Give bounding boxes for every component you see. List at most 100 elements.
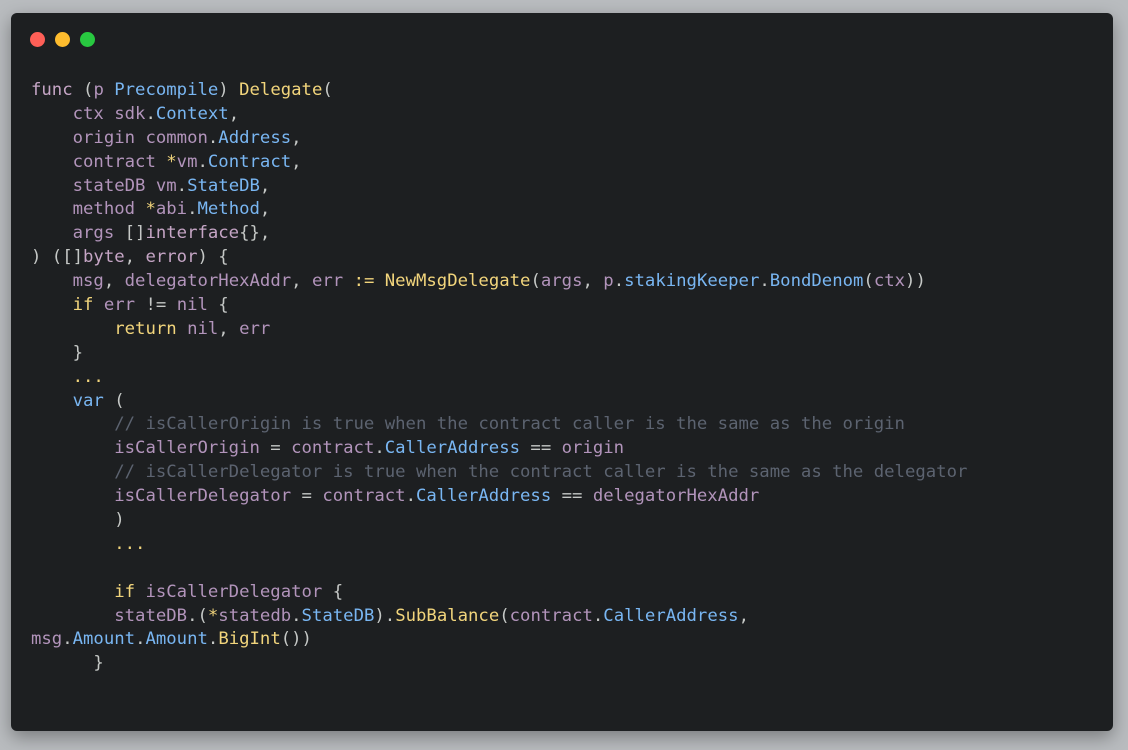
code-line: // isCallerDelegator is true when the co… xyxy=(31,461,967,485)
code-token: ( xyxy=(83,80,94,100)
code-token: .( xyxy=(187,605,208,626)
code-line: ... xyxy=(31,533,967,557)
code-token: StateDB xyxy=(301,605,375,626)
minimize-dot[interactable] xyxy=(55,32,70,47)
code-block: func (p Precompile) Delegate( ctx sdk.Co… xyxy=(31,79,967,676)
code-token: sdk xyxy=(114,103,146,124)
code-line: stateDB vm.StateDB, xyxy=(31,175,967,199)
code-token: Method xyxy=(197,199,260,220)
code-token: ()) xyxy=(280,629,312,650)
code-token: . xyxy=(405,486,416,507)
code-line: contract *vm.Contract, xyxy=(31,151,967,175)
code-token: stateDB xyxy=(31,605,188,626)
code-token: Context xyxy=(155,103,229,124)
code-token: ( xyxy=(114,390,125,411)
code-token: var xyxy=(31,390,115,411)
code-token: . xyxy=(291,605,302,626)
code-line: method *abi.Method, xyxy=(31,198,967,222)
code-token: , xyxy=(582,271,604,292)
code-token: abi xyxy=(155,199,188,220)
code-line: isCallerDelegator = contract.CallerAddre… xyxy=(31,485,967,509)
code-token: == xyxy=(561,486,593,507)
code-token: isCallerDelegator xyxy=(31,486,302,507)
code-token: origin xyxy=(561,438,625,459)
code-token: . xyxy=(62,629,73,650)
code-token: . xyxy=(187,199,198,220)
code-token: . xyxy=(613,271,625,292)
code-token: stateDB xyxy=(31,175,156,196)
code-token: isCallerDelegator xyxy=(145,581,323,602)
code-token: , xyxy=(738,605,749,626)
code-token: ) xyxy=(218,80,240,100)
code-token: , xyxy=(291,151,302,172)
code-token: * xyxy=(207,605,219,626)
code-token: {}, xyxy=(239,223,271,244)
code-token: [] xyxy=(124,223,146,244)
code-token: := xyxy=(353,271,385,292)
code-line: ) xyxy=(31,509,967,533)
code-line: msg.Amount.Amount.BigInt()) xyxy=(31,628,967,652)
code-token: . xyxy=(592,605,604,626)
code-token: == xyxy=(530,438,562,459)
code-line: // isCallerOrigin is true when the contr… xyxy=(31,413,967,437)
close-dot[interactable] xyxy=(30,32,45,47)
code-token: // isCallerDelegator is true when the co… xyxy=(31,462,968,483)
code-token: statedb xyxy=(218,605,292,626)
code-line: if err != nil { xyxy=(31,294,967,318)
zoom-dot[interactable] xyxy=(80,32,95,47)
code-token: args xyxy=(540,271,583,292)
code-token: stakingKeeper xyxy=(624,271,760,292)
code-token: common xyxy=(145,127,208,148)
code-token: if xyxy=(31,295,104,316)
code-token: . xyxy=(176,175,188,196)
code-token: SubBalance xyxy=(395,605,500,626)
code-token: contract xyxy=(31,151,167,172)
code-line: msg, delegatorHexAddr, err := NewMsgDele… xyxy=(31,270,967,294)
code-token: = xyxy=(301,486,323,507)
window-controls xyxy=(30,32,95,47)
code-token: // isCallerOrigin is true when the contr… xyxy=(31,414,905,435)
code-token: , xyxy=(259,175,271,196)
code-token: origin xyxy=(31,127,146,148)
code-token: StateDB xyxy=(187,175,260,196)
code-token: CallerAddress xyxy=(415,486,562,507)
code-token: BondDenom xyxy=(769,271,864,292)
code-token: func xyxy=(31,80,84,100)
code-line: ctx sdk.Context, xyxy=(31,103,967,127)
code-token: ... xyxy=(31,366,104,387)
code-token: Amount xyxy=(145,629,208,650)
code-token: , xyxy=(291,271,312,292)
code-token: ( xyxy=(322,80,333,100)
code-token: vm xyxy=(176,151,198,172)
code-line: } xyxy=(31,652,967,676)
code-token: ( xyxy=(499,605,510,626)
code-token: , xyxy=(124,247,146,268)
code-token: isCallerOrigin xyxy=(31,438,271,459)
code-token: ) xyxy=(31,510,125,531)
code-token: . xyxy=(207,127,219,148)
code-token: return xyxy=(31,318,188,339)
code-token: err xyxy=(239,318,271,339)
code-token: msg xyxy=(31,271,104,292)
code-window: func (p Precompile) Delegate( ctx sdk.Co… xyxy=(11,13,1113,731)
code-token: ) ([] xyxy=(31,247,84,268)
code-token: Contract xyxy=(207,151,292,172)
code-token: interface xyxy=(145,223,240,244)
code-token: ) { xyxy=(197,247,229,268)
code-token: * xyxy=(145,199,156,220)
code-line: args []interface{}, xyxy=(31,222,967,246)
code-token: ctx xyxy=(873,271,906,292)
code-token: , xyxy=(259,199,271,220)
code-token: Amount xyxy=(72,629,136,650)
code-token: CallerAddress xyxy=(384,438,531,459)
code-token: p xyxy=(93,80,115,100)
code-token: != xyxy=(145,295,177,316)
code-token: args xyxy=(31,223,125,244)
code-line: ) ([]byte, error) { xyxy=(31,246,967,270)
code-token: )) xyxy=(905,271,926,292)
code-token: msg xyxy=(31,629,63,650)
code-token: vm xyxy=(155,175,177,196)
code-token: BigInt xyxy=(218,629,281,650)
code-token: , xyxy=(291,127,302,148)
code-token: nil xyxy=(176,295,208,316)
